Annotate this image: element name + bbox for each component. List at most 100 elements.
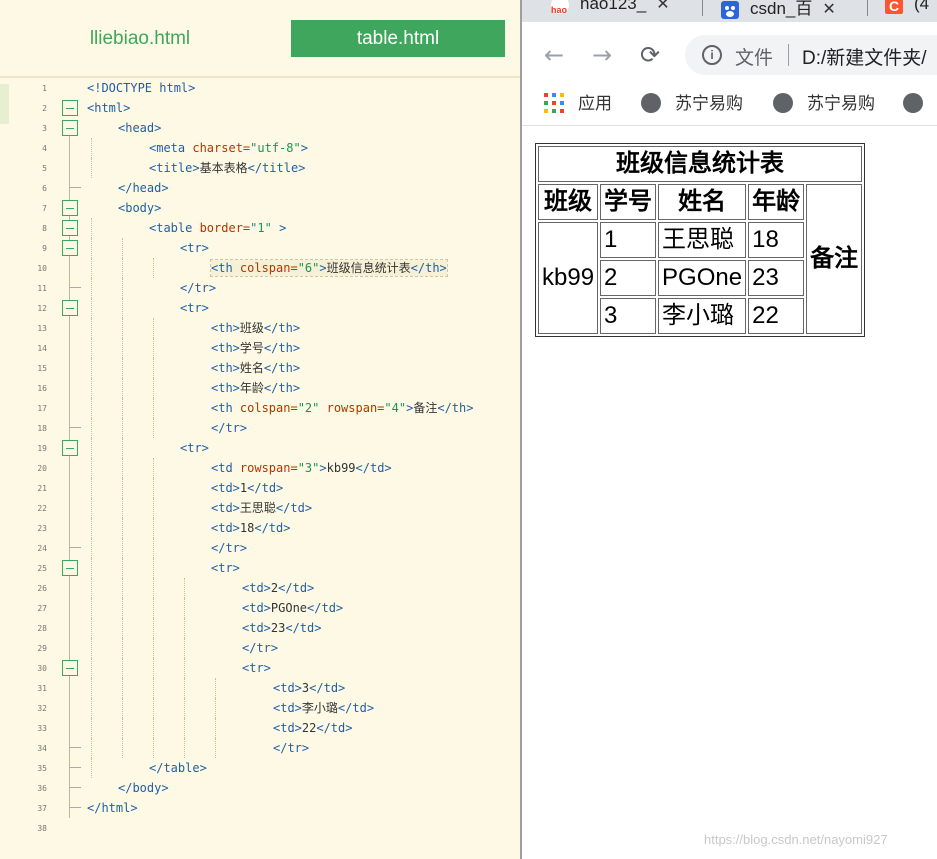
- fold-toggle-icon[interactable]: [62, 560, 78, 576]
- code-line[interactable]: 34 </tr>: [0, 738, 520, 758]
- code-text[interactable]: <tr>: [180, 300, 209, 316]
- code-line[interactable]: 26 <td>2</td>: [0, 578, 520, 598]
- code-text[interactable]: </tr>: [180, 280, 216, 296]
- reload-icon[interactable]: ⟳: [636, 41, 664, 69]
- code-line[interactable]: 37 </html>: [0, 798, 520, 818]
- code-text[interactable]: </tr>: [242, 640, 278, 656]
- code-text[interactable]: <td>王思聪</td>: [211, 500, 312, 516]
- code-text[interactable]: <table border="1" >: [149, 220, 286, 236]
- code-line[interactable]: 38: [0, 818, 520, 838]
- code-text[interactable]: </body>: [118, 780, 169, 796]
- fold-toggle-icon[interactable]: [62, 440, 78, 456]
- code-line[interactable]: 29 </tr>: [0, 638, 520, 658]
- code-text[interactable]: </table>: [149, 760, 207, 776]
- code-line[interactable]: 3 <head>: [0, 118, 520, 138]
- back-arrow-icon[interactable]: ←: [540, 41, 568, 69]
- browser-tab-csdn-baidu[interactable]: csdn_百 ✕: [720, 0, 836, 19]
- code-line[interactable]: 35 </table>: [0, 758, 520, 778]
- code-text[interactable]: <html>: [87, 100, 130, 116]
- address-bar[interactable]: i 文件 D:/新建文件夹/: [685, 35, 937, 75]
- code-line[interactable]: 30 <tr>: [0, 658, 520, 678]
- code-text[interactable]: </tr>: [211, 540, 247, 556]
- info-icon[interactable]: i: [702, 45, 722, 65]
- forward-arrow-icon[interactable]: →: [588, 41, 616, 69]
- code-line[interactable]: 11 </tr>: [0, 278, 520, 298]
- code-line[interactable]: 10 <th colspan="6">班级信息统计表</th>: [0, 258, 520, 278]
- code-text[interactable]: <!DOCTYPE html>: [87, 80, 195, 96]
- code-text[interactable]: <td>1</td>: [211, 480, 283, 496]
- code-text[interactable]: <td>18</td>: [211, 520, 290, 536]
- code-text[interactable]: </tr>: [273, 740, 309, 756]
- code-text[interactable]: <tr>: [180, 240, 209, 256]
- code-line[interactable]: 15 <th>姓名</th>: [0, 358, 520, 378]
- code-text[interactable]: <title>基本表格</title>: [149, 160, 305, 176]
- code-line[interactable]: 27 <td>PGOne</td>: [0, 598, 520, 618]
- code-text[interactable]: <tr>: [242, 660, 271, 676]
- code-text[interactable]: <td>22</td>: [273, 720, 352, 736]
- code-line[interactable]: 32 <td>李小璐</td>: [0, 698, 520, 718]
- code-text[interactable]: <td>李小璐</td>: [273, 700, 374, 716]
- close-icon[interactable]: ✕: [822, 1, 835, 18]
- code-line[interactable]: 20 <td rowspan="3">kb99</td>: [0, 458, 520, 478]
- code-text[interactable]: <th>班级</th>: [211, 320, 300, 336]
- code-line[interactable]: 6 </head>: [0, 178, 520, 198]
- code-text[interactable]: <th colspan="2" rowspan="4">备注</th>: [211, 400, 473, 416]
- code-text[interactable]: <td>2</td>: [242, 580, 314, 596]
- code-text[interactable]: <td rowspan="3">kb99</td>: [211, 460, 392, 476]
- code-line[interactable]: 7 <body>: [0, 198, 520, 218]
- address-url[interactable]: D:/新建文件夹/: [802, 43, 927, 70]
- browser-tab-hao123[interactable]: hao hao123_ ✕: [550, 0, 670, 18]
- code-line[interactable]: 28 <td>23</td>: [0, 618, 520, 638]
- code-line[interactable]: 13 <th>班级</th>: [0, 318, 520, 338]
- fold-toggle-icon[interactable]: [62, 120, 78, 136]
- code-text[interactable]: <th>姓名</th>: [211, 360, 300, 376]
- fold-toggle-icon[interactable]: [62, 200, 78, 216]
- code-line[interactable]: 2 <html>: [0, 98, 520, 118]
- code-line[interactable]: 1 <!DOCTYPE html>: [0, 78, 520, 98]
- code-text[interactable]: </head>: [118, 180, 169, 196]
- close-icon[interactable]: ✕: [656, 0, 669, 13]
- code-text[interactable]: <head>: [118, 120, 161, 136]
- code-text[interactable]: <td>3</td>: [273, 680, 345, 696]
- code-text[interactable]: <body>: [118, 200, 161, 216]
- code-line[interactable]: 17 <th colspan="2" rowspan="4">备注</th>: [0, 398, 520, 418]
- code-line[interactable]: 12 <tr>: [0, 298, 520, 318]
- code-line[interactable]: 9 <tr>: [0, 238, 520, 258]
- code-text[interactable]: <td>23</td>: [242, 620, 321, 636]
- code-text[interactable]: <th>年龄</th>: [211, 380, 300, 396]
- code-line[interactable]: 24 </tr>: [0, 538, 520, 558]
- bookmark-suning-2[interactable]: 苏宁易购: [773, 90, 875, 118]
- code-line[interactable]: 31 <td>3</td>: [0, 678, 520, 698]
- fold-toggle-icon[interactable]: [62, 100, 78, 116]
- code-line[interactable]: 8 <table border="1" >: [0, 218, 520, 238]
- fold-toggle-icon[interactable]: [62, 660, 78, 676]
- code-text[interactable]: </html>: [87, 800, 138, 816]
- editor-tab-table-active[interactable]: table.html: [291, 20, 505, 57]
- code-line[interactable]: 25 <tr>: [0, 558, 520, 578]
- code-text[interactable]: <th>学号</th>: [211, 340, 300, 356]
- code-line[interactable]: 19 <tr>: [0, 438, 520, 458]
- fold-toggle-icon[interactable]: [62, 240, 78, 256]
- code-line[interactable]: 21 <td>1</td>: [0, 478, 520, 498]
- code-line[interactable]: 36 </body>: [0, 778, 520, 798]
- code-text[interactable]: </tr>: [211, 420, 247, 436]
- code-text[interactable]: <tr>: [180, 440, 209, 456]
- fold-toggle-icon[interactable]: [62, 220, 78, 236]
- code-line[interactable]: 4 <meta charset="utf-8">: [0, 138, 520, 158]
- bookmark-3[interactable]: [903, 90, 937, 118]
- code-line[interactable]: 14 <th>学号</th>: [0, 338, 520, 358]
- code-text[interactable]: <meta charset="utf-8">: [149, 140, 308, 156]
- fold-toggle-icon[interactable]: [62, 300, 78, 316]
- code-area[interactable]: 1 <!DOCTYPE html> 2 <html> 3 <head> 4 <meta cha…: [0, 78, 520, 838]
- code-line[interactable]: 23 <td>18</td>: [0, 518, 520, 538]
- code-line[interactable]: 5 <title>基本表格</title>: [0, 158, 520, 178]
- code-line[interactable]: 18 </tr>: [0, 418, 520, 438]
- code-line[interactable]: 33 <td>22</td>: [0, 718, 520, 738]
- code-text[interactable]: <tr>: [211, 560, 240, 576]
- code-line[interactable]: 22 <td>王思聪</td>: [0, 498, 520, 518]
- editor-tab-lliebiao[interactable]: lliebiao.html: [40, 20, 240, 57]
- code-text[interactable]: <td>PGOne</td>: [242, 600, 343, 616]
- bookmark-apps[interactable]: 应用: [544, 90, 612, 118]
- code-text[interactable]: <th colspan="6">班级信息统计表</th>: [210, 259, 448, 277]
- browser-tab-csdn[interactable]: C (4: [884, 0, 929, 18]
